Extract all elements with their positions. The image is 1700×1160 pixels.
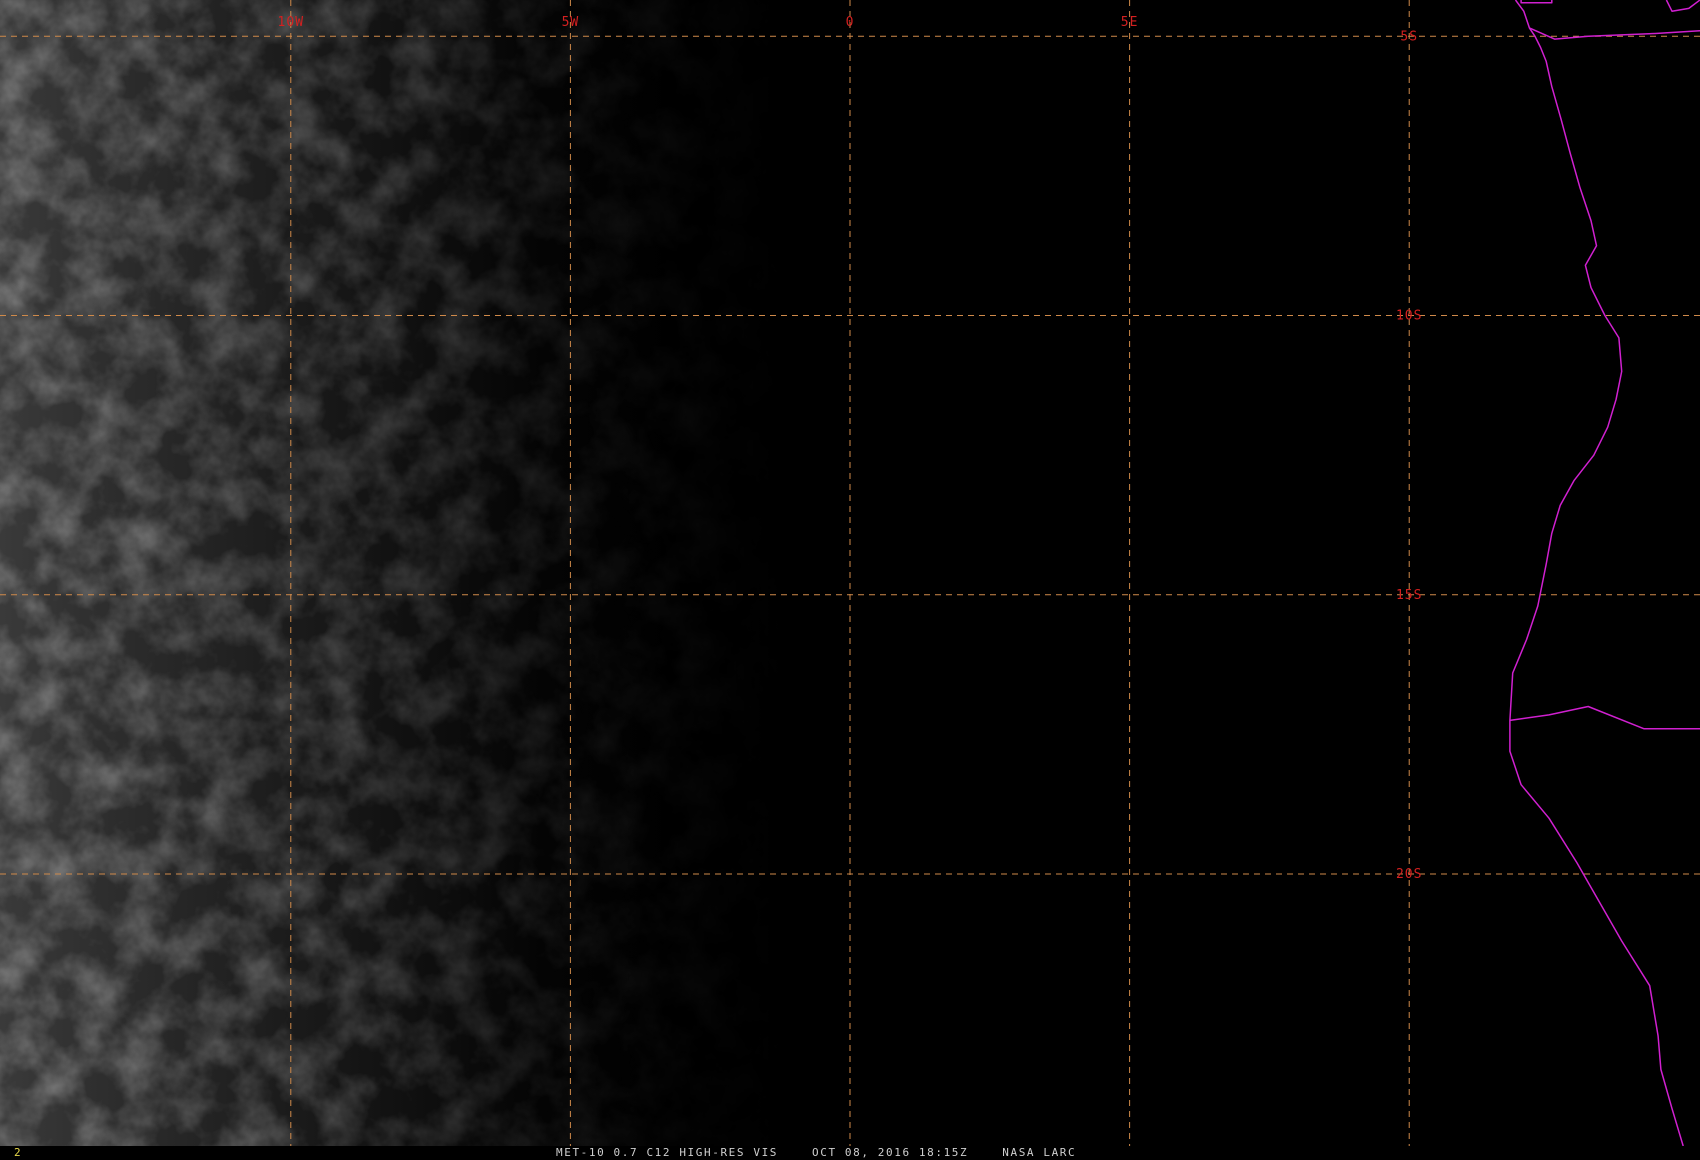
longitude-label: 10W: [278, 15, 304, 30]
longitude-label: 0: [846, 15, 855, 30]
caption-datetime: OCT 08, 2016 18:15Z: [812, 1146, 969, 1159]
latitude-label: 20S: [1396, 867, 1422, 882]
frame-number: 2: [14, 1146, 22, 1159]
latitude-label: 10S: [1396, 309, 1422, 324]
latitude-label: 5S: [1400, 29, 1418, 44]
satellite-image-view: 10W 5W 0 5E 5S 10S 15S 20S 2 MET-10 0.7 C12 HIG…: [0, 0, 1700, 1160]
longitude-label: 5E: [1121, 15, 1139, 30]
latitude-label: 15S: [1396, 588, 1422, 603]
image-caption: MET-10 0.7 C12 HIGH-RES VIS OCT 08, 2016 …: [556, 1146, 1110, 1160]
caption-source: NASA LARC: [1002, 1146, 1077, 1159]
longitude-label: 5W: [562, 15, 580, 30]
caption-sensor: MET-10 0.7 C12 HIGH-RES VIS: [556, 1146, 779, 1159]
satellite-map: 10W 5W 0 5E 5S 10S 15S 20S: [0, 0, 1700, 1146]
